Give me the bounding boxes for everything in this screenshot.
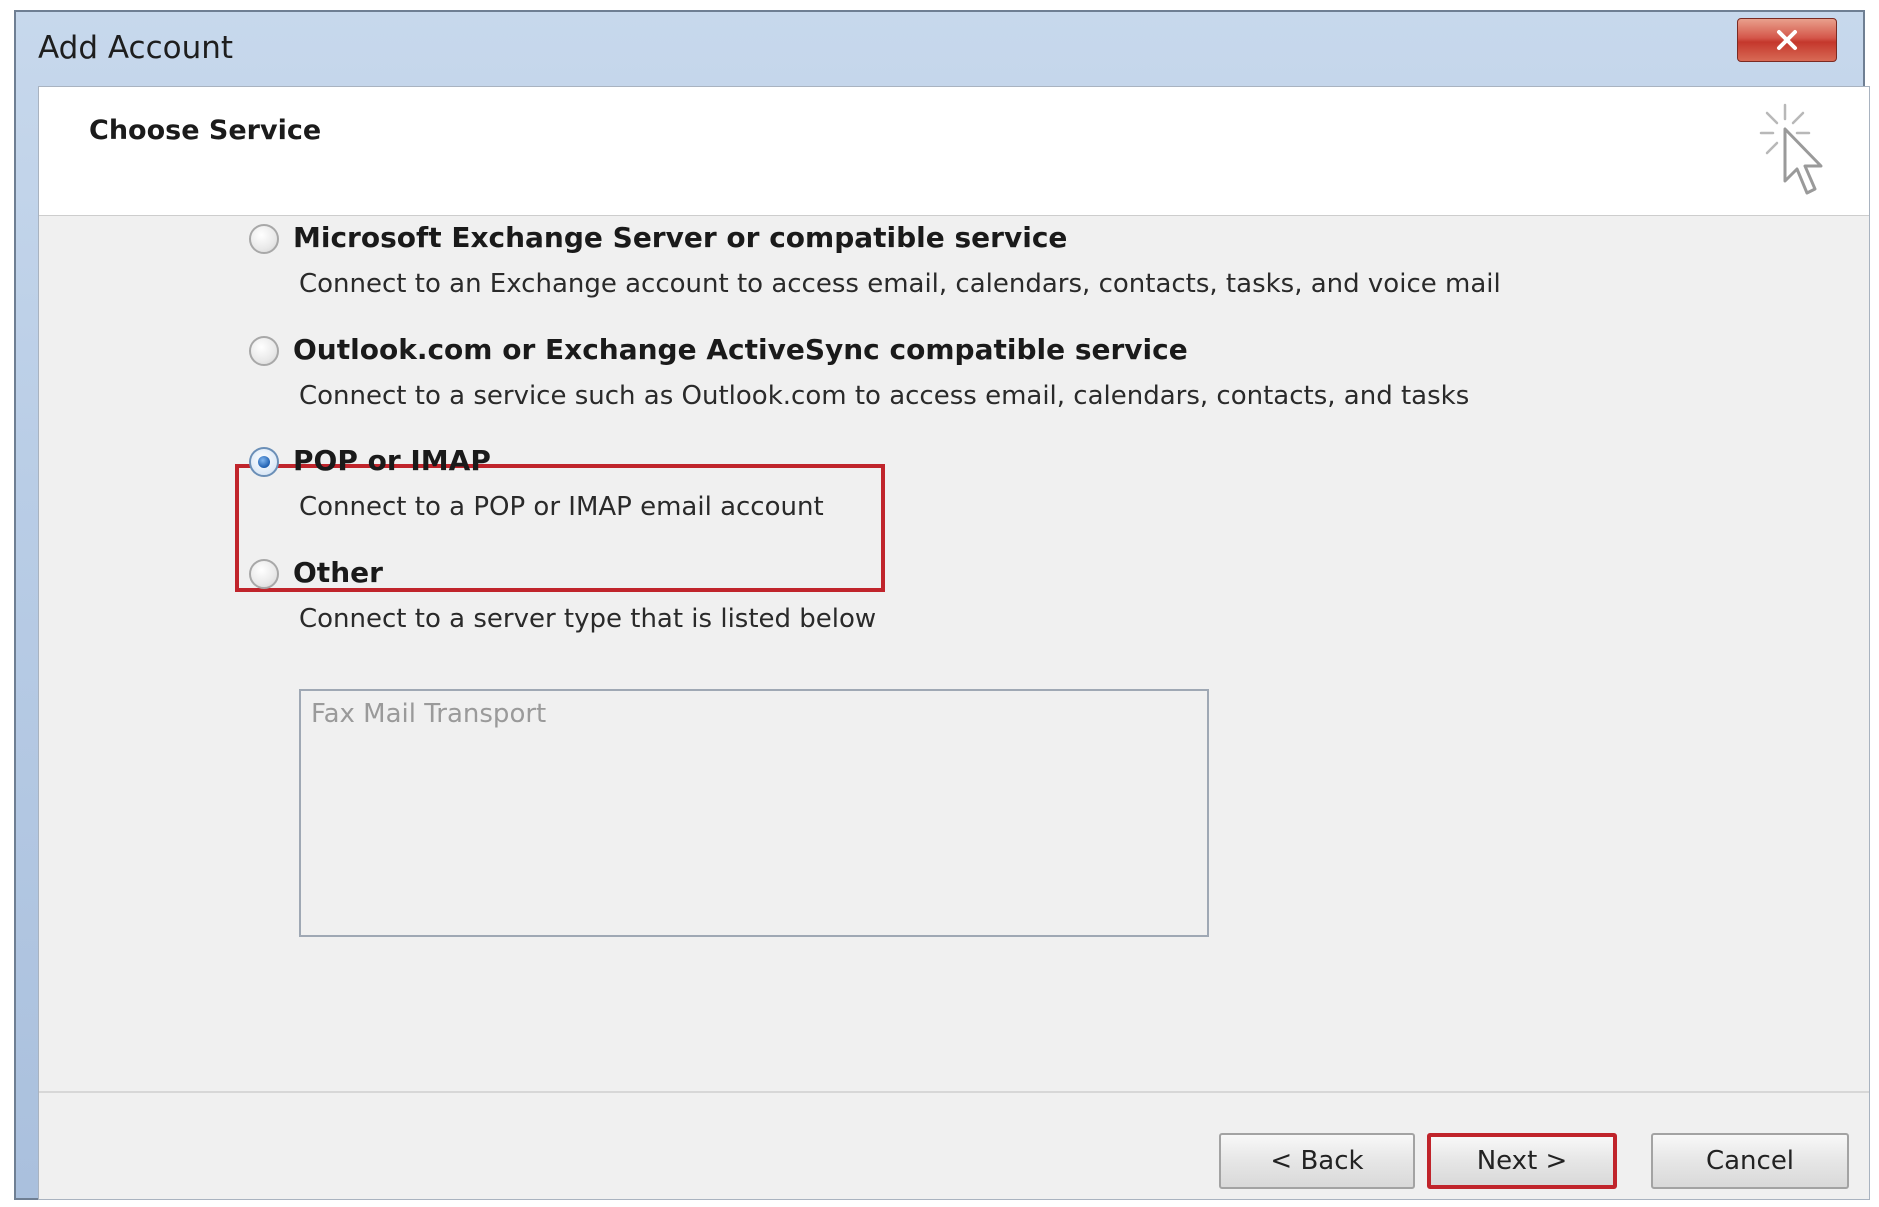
window-title: Add Account [38,30,234,66]
other-service-list[interactable]: Fax Mail Transport [299,689,1209,937]
next-button[interactable]: Next > [1427,1133,1617,1189]
wizard-cursor-icon [1759,103,1823,195]
option-pop-imap-description: Connect to a POP or IMAP email account [299,492,824,522]
title-bar[interactable]: Add Account [16,12,1863,78]
option-outlook-activesync-label: Outlook.com or Exchange ActiveSync compa… [293,333,1188,366]
option-other-label: Other [293,556,383,589]
radio-other[interactable] [249,559,279,589]
radio-pop-imap[interactable] [249,447,279,477]
radio-exchange[interactable] [249,224,279,254]
close-button[interactable] [1737,18,1837,62]
option-exchange-label: Microsoft Exchange Server or compatible … [293,221,1068,254]
radio-outlook-activesync[interactable] [249,336,279,366]
dialog-client-area: Choose Service Microsoft Exchange Server… [38,86,1870,1200]
option-exchange-description: Connect to an Exchange account to access… [299,269,1501,299]
footer-divider [39,1091,1869,1093]
close-icon [1777,30,1797,50]
list-item[interactable]: Fax Mail Transport [311,699,546,729]
add-account-window: Add Account Choose Service Microsoft Exc… [14,10,1870,1200]
option-pop-imap-label: POP or IMAP [293,444,491,477]
wizard-header: Choose Service [39,87,1869,216]
option-other-description: Connect to a server type that is listed … [299,604,877,634]
cancel-button[interactable]: Cancel [1651,1133,1849,1189]
back-button[interactable]: < Back [1219,1133,1415,1189]
option-outlook-activesync-description: Connect to a service such as Outlook.com… [299,381,1470,411]
page-title: Choose Service [89,115,322,146]
